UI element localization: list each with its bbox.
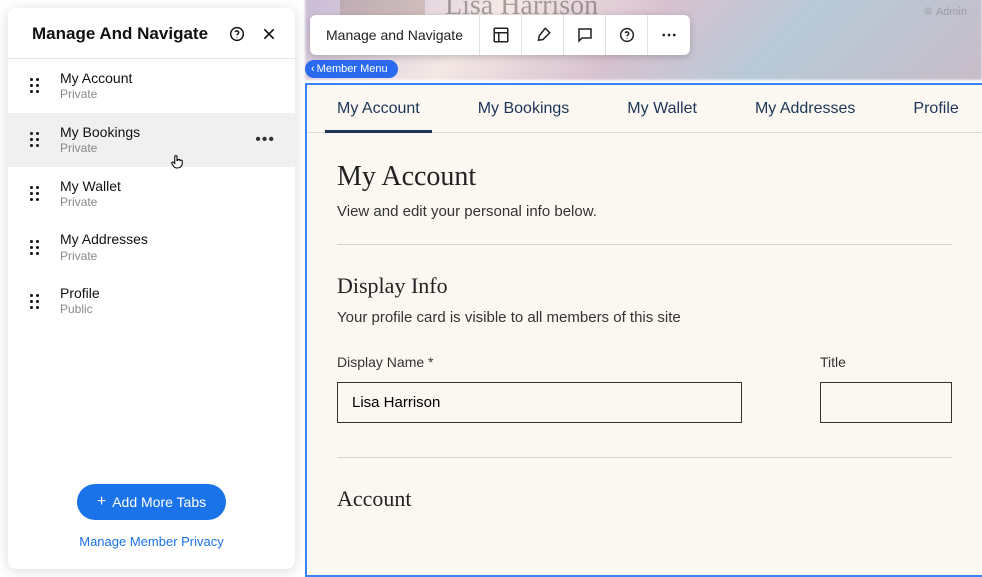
panel-header-actions [227,24,279,44]
editor-area: Lisa Harrison ♔ Admin Manage and Navigat… [305,0,982,577]
close-icon[interactable] [259,24,279,44]
sidebar-item[interactable]: My Bookings Private ••• [8,113,295,167]
plus-icon: + [97,494,106,510]
panel-header: Manage And Navigate [8,8,295,59]
sidebar-item-privacy: Private [60,195,121,211]
drag-handle-icon[interactable] [30,294,44,309]
manage-navigate-panel: Manage And Navigate My Account Private M… [8,8,295,569]
title-label: Title [820,354,952,370]
tab-my-account[interactable]: My Account [337,85,420,132]
tab-my-bookings[interactable]: My Bookings [478,85,570,132]
title-field-group: Title [820,354,952,423]
page-subtitle: View and edit your personal info below. [337,203,952,220]
drag-handle-icon[interactable] [30,132,44,147]
divider [337,457,952,458]
sidebar-item-label: Profile [60,284,100,302]
layout-icon[interactable] [480,15,522,55]
sidebar-item-privacy: Public [60,302,100,318]
divider [337,244,952,245]
tab-my-wallet[interactable]: My Wallet [627,85,697,132]
panel-title: Manage And Navigate [32,24,208,44]
comment-icon[interactable] [564,15,606,55]
member-menu-chip[interactable]: ‹ Member Menu [305,60,398,78]
sidebar-item-privacy: Private [60,87,132,103]
panel-footer: + Add More Tabs Manage Member Privacy [8,484,295,569]
crown-icon: ♔ [923,5,933,18]
sidebar-item-label: My Account [60,69,132,87]
sidebar-item-privacy: Private [60,249,148,265]
tabs-list: My Account Private My Bookings Private •… [8,59,295,484]
tab-profile[interactable]: Profile [913,85,958,132]
admin-badge: ♔ Admin [923,5,967,18]
tab-my-addresses[interactable]: My Addresses [755,85,855,132]
sidebar-item-privacy: Private [60,141,140,157]
design-icon[interactable] [522,15,564,55]
admin-label: Admin [936,6,967,18]
drag-handle-icon[interactable] [30,78,44,93]
display-name-label: Display Name * [337,354,742,370]
title-input[interactable] [820,382,952,423]
display-name-input[interactable] [337,382,742,423]
help-icon[interactable] [606,15,648,55]
sidebar-item[interactable]: My Account Private [8,59,295,113]
drag-handle-icon[interactable] [30,240,44,255]
sidebar-item-label: My Wallet [60,177,121,195]
display-name-field-group: Display Name * [337,354,742,423]
add-more-tabs-button[interactable]: + Add More Tabs [77,484,226,520]
sidebar-item-label: My Addresses [60,230,148,248]
help-icon[interactable] [227,24,247,44]
drag-handle-icon[interactable] [30,186,44,201]
toolbar-title[interactable]: Manage and Navigate [310,15,480,55]
member-tabs: My Account My Bookings My Wallet My Addr… [307,85,982,133]
section-subtitle: Your profile card is visible to all memb… [337,309,952,326]
member-menu-label: Member Menu [317,63,388,75]
section-title-account: Account [337,486,952,512]
member-area-frame: My Account My Bookings My Wallet My Addr… [305,83,982,577]
more-options-icon[interactable]: ••• [255,131,275,149]
section-title-display-info: Display Info [337,273,952,299]
chevron-left-icon: ‹ [311,63,315,75]
sidebar-item[interactable]: My Addresses Private [8,220,295,274]
manage-privacy-link[interactable]: Manage Member Privacy [24,534,279,549]
page-title: My Account [337,161,952,193]
element-toolbar: Manage and Navigate [310,15,690,55]
sidebar-item[interactable]: Profile Public [8,274,295,328]
sidebar-item[interactable]: My Wallet Private [8,167,295,221]
sidebar-item-label: My Bookings [60,123,140,141]
account-body: My Account View and edit your personal i… [307,133,982,540]
add-more-tabs-label: Add More Tabs [112,494,206,510]
form-row: Display Name * Title [337,354,952,423]
more-icon[interactable] [648,15,690,55]
